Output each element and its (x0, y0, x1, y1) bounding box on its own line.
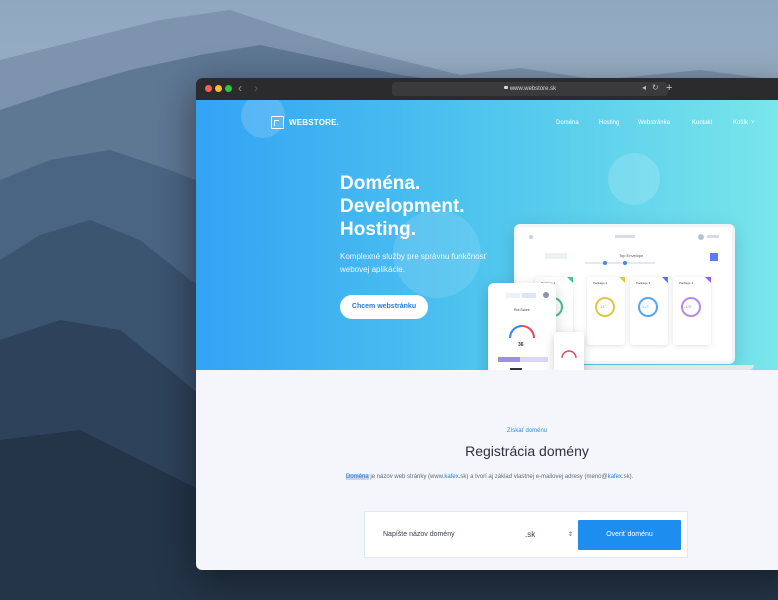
hero-subtitle: Komplexné služby pre správnu funkčnosť w… (340, 252, 487, 274)
chevron-down-icon[interactable]: ˅ (751, 118, 755, 128)
url-text: www.webstore.sk (509, 86, 557, 92)
headline-line: Hosting. (340, 219, 416, 240)
mockup-top-label: Top Envelope (619, 253, 644, 258)
reload-icon[interactable]: ↻ (652, 81, 659, 95)
address-bar[interactable]: www.webstore.sk (392, 82, 668, 96)
desc-text: je názov web stránky (www. (368, 474, 445, 480)
site-logo[interactable]: WEBSTORE. (271, 116, 340, 130)
nav-kontakt[interactable]: Kontakt (692, 118, 712, 128)
score-value: 36 (518, 342, 524, 348)
panel-value: 1.5" (685, 304, 692, 309)
mockup-panel: Package 3 1.2" (630, 277, 668, 345)
desc-text: .sk) a tvorí aj základ vlastnej e-mailov… (458, 474, 608, 480)
panel-value: 13" (600, 304, 606, 309)
panel-corner (567, 277, 573, 283)
panel-value: 1.2" (642, 304, 649, 309)
zoom-window-button[interactable] (225, 85, 232, 92)
forward-icon[interactable]: › (254, 81, 258, 95)
panel-title: Package 3 (636, 281, 651, 285)
panel-title: Package 2 (593, 281, 608, 285)
headline-line: Doména. (340, 173, 421, 194)
nav-hosting[interactable]: Hosting (599, 118, 619, 128)
phone-screen-graphic (498, 292, 549, 370)
select-arrows-icon[interactable]: ⇕ (568, 520, 573, 550)
phone-mockup-small (554, 332, 584, 370)
close-window-button[interactable] (205, 85, 212, 92)
nav-kosik[interactable]: Košík (733, 118, 748, 128)
panel-corner (705, 277, 711, 283)
panel-title: Package 4 (679, 281, 694, 285)
cta-button[interactable]: Chcem webstránku (340, 295, 428, 319)
panel-corner (662, 277, 668, 283)
lock-icon (503, 86, 508, 89)
nav-domena[interactable]: Doména (556, 118, 579, 128)
minimize-window-button[interactable] (215, 85, 222, 92)
tld-select[interactable]: .sk (525, 520, 565, 550)
webpage: WEBSTORE. Doména Hosting Webstránka Kont… (196, 100, 778, 570)
domain-search-form: Napíšte názov domény .sk ⇕ Overiť doménu (364, 511, 688, 558)
desc-link: kafex (444, 474, 459, 480)
browser-window: ‹ › www.webstore.sk ◂ ↻ + WEBSTORE. Domé… (196, 78, 778, 570)
phone-small-graphic (561, 350, 577, 359)
logo-icon (271, 116, 284, 129)
section-description: Doména je názov web stránky (www.kafex.s… (346, 472, 716, 483)
nav-webstranka[interactable]: Webstránka (638, 118, 670, 128)
hero-headline: Doména. Development. Hosting. (340, 172, 465, 241)
panel-corner (619, 277, 625, 283)
section-kicker: Získať doménu (506, 428, 548, 434)
decor-bubble (608, 153, 660, 205)
back-icon[interactable]: ‹ (238, 81, 242, 95)
domain-input[interactable]: Napíšte názov domény (375, 520, 523, 550)
phone-mockup: Rot Score 36 (488, 283, 556, 370)
mockup-panel: Package 2 13" (587, 277, 625, 345)
desc-highlight: Doména (346, 474, 369, 480)
dashboard-topbar (525, 233, 721, 265)
headline-line: Development. (340, 196, 465, 217)
desc-link: kafex (607, 474, 622, 480)
mockup-panel: Package 4 1.5" (673, 277, 711, 345)
new-tab-button[interactable]: + (666, 81, 672, 95)
audio-icon[interactable]: ◂ (642, 81, 646, 95)
desc-text: .sk). (621, 474, 634, 480)
hero-section: WEBSTORE. Doména Hosting Webstránka Kont… (196, 100, 778, 370)
browser-titlebar: ‹ › www.webstore.sk ◂ ↻ + (196, 78, 778, 101)
logo-text: WEBSTORE. (289, 118, 340, 127)
section-title: Registrácia domény (465, 443, 589, 459)
verify-domain-button[interactable]: Overiť doménu (578, 520, 681, 550)
score-label: Rot Score (514, 308, 530, 312)
